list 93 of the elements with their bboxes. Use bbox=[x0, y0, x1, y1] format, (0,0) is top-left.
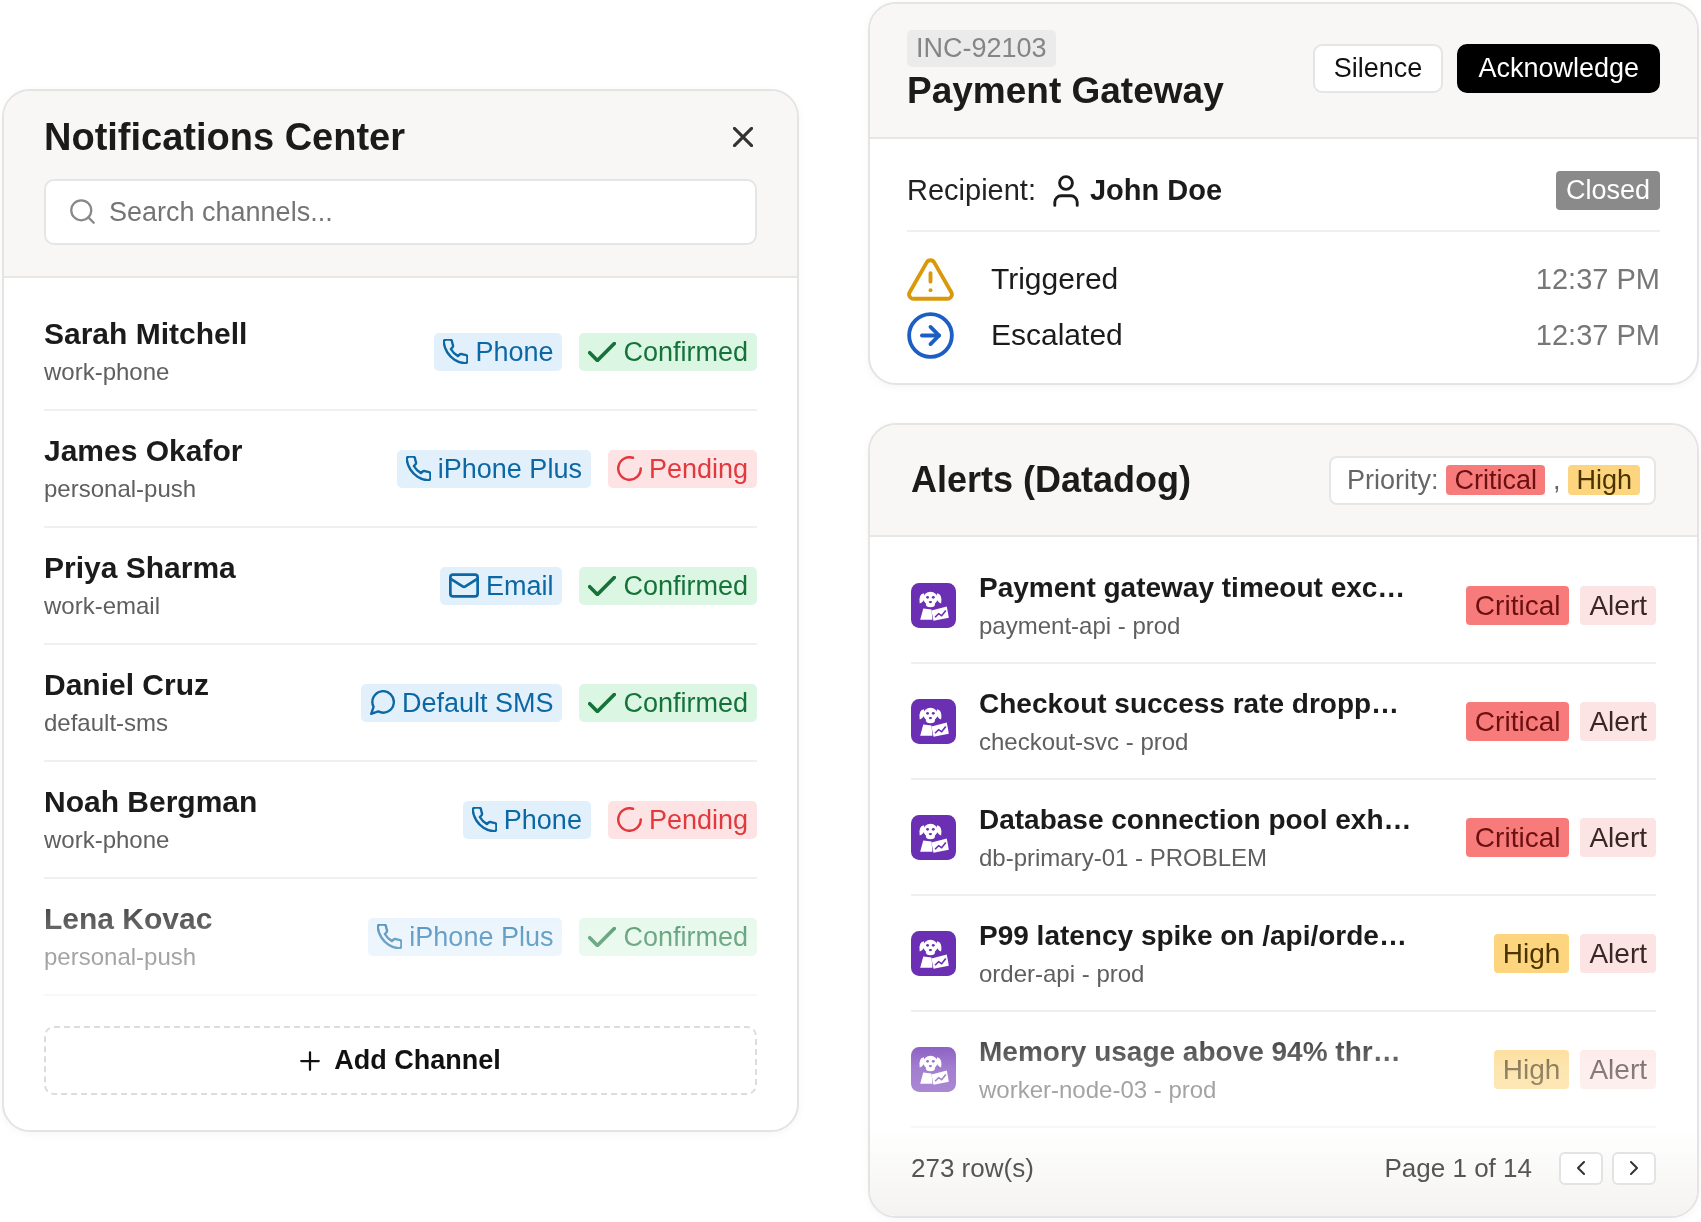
channel-handle: work-phone bbox=[44, 825, 171, 855]
chevron-right-icon bbox=[1630, 1161, 1638, 1175]
search-icon bbox=[70, 199, 95, 224]
dog-icon bbox=[911, 814, 956, 860]
contact-name: Priya Sharma bbox=[44, 550, 236, 586]
contact-name: Noah Bergman bbox=[44, 784, 258, 820]
status-label: Confirmed bbox=[623, 335, 748, 369]
channel-handle: personal-push bbox=[44, 474, 198, 504]
phone-icon bbox=[443, 339, 469, 364]
channel-handle: personal-push bbox=[44, 942, 198, 972]
dog-icon bbox=[911, 698, 956, 744]
contact-name: James Okafor bbox=[44, 433, 243, 469]
alert-source: order-api - prod bbox=[979, 958, 1145, 989]
row-count: 273 row(s) bbox=[911, 1152, 1034, 1184]
page-indicator: Page 1 of 14 bbox=[1384, 1152, 1532, 1184]
alert-title: P99 latency spike on /api/orde… bbox=[979, 918, 1407, 953]
alert-source: checkout-svc - prod bbox=[979, 726, 1189, 757]
priority-tag: High bbox=[1568, 465, 1640, 495]
event-time: 12:37 PM bbox=[1535, 262, 1660, 296]
alert-source: worker-node-03 - prod bbox=[979, 1074, 1217, 1105]
chevron-left-icon bbox=[1577, 1161, 1585, 1175]
event-label: Escalated bbox=[991, 318, 1123, 352]
contact-name: Sarah Mitchell bbox=[44, 316, 248, 352]
check-icon bbox=[588, 692, 617, 713]
status-tag: Closed bbox=[1555, 171, 1660, 210]
channel-handle: work-email bbox=[44, 591, 161, 621]
contact-name: Lena Kovac bbox=[44, 901, 213, 937]
alert-title: Database connection pool exh… bbox=[979, 802, 1412, 837]
separator-text: , bbox=[1552, 464, 1561, 496]
priority-tag: Critical bbox=[1465, 817, 1570, 857]
priority-tag: High bbox=[1493, 933, 1570, 973]
event-label: Triggered bbox=[991, 262, 1119, 296]
channel-handle: default-sms bbox=[44, 708, 170, 738]
status-label: Pending bbox=[648, 452, 748, 486]
alert-source: db-primary-01 - PROBLEM bbox=[979, 842, 1268, 873]
panel-title: Notifications Center bbox=[44, 115, 406, 160]
warning-icon bbox=[907, 257, 954, 301]
close-icon[interactable] bbox=[733, 127, 753, 147]
priority-filter[interactable]: Priority: Critical , High bbox=[1328, 455, 1656, 505]
priority-tag: Critical bbox=[1465, 585, 1570, 625]
status-label: Confirmed bbox=[623, 920, 748, 954]
check-icon bbox=[588, 926, 617, 947]
channel-label: Phone bbox=[475, 335, 554, 369]
priority-tag: Critical bbox=[1446, 465, 1545, 495]
status-label: Pending bbox=[648, 803, 748, 837]
action-button[interactable]: Silence bbox=[1312, 44, 1444, 93]
incident-title: Payment Gateway bbox=[907, 69, 1224, 113]
alert-title: Payment gateway timeout exc… bbox=[979, 570, 1406, 605]
type-tag: Alert bbox=[1580, 585, 1656, 625]
dog-icon bbox=[911, 930, 956, 976]
channel-label: Phone bbox=[503, 803, 582, 837]
dog-icon bbox=[911, 582, 956, 628]
alert-title: Memory usage above 94% thr… bbox=[979, 1034, 1401, 1069]
phone-icon bbox=[405, 456, 431, 481]
check-icon bbox=[588, 575, 617, 596]
action-button[interactable]: Acknowledge bbox=[1457, 44, 1660, 93]
phone-icon bbox=[377, 924, 403, 949]
priority-tag: High bbox=[1493, 1049, 1570, 1089]
type-tag: Alert bbox=[1580, 817, 1656, 857]
incident-id-tag: INC-92103 bbox=[907, 30, 1056, 67]
chat-bubble-icon bbox=[369, 690, 395, 715]
channel-label: Default SMS bbox=[401, 686, 554, 720]
status-label: Confirmed bbox=[623, 686, 748, 720]
event-time: 12:37 PM bbox=[1535, 318, 1660, 352]
recipient-name: John Doe bbox=[1089, 174, 1223, 207]
priority-tag: Critical bbox=[1465, 701, 1570, 741]
add-channel-button[interactable]: Add Channel bbox=[44, 1026, 757, 1095]
type-tag: Alert bbox=[1580, 1049, 1656, 1089]
filter-label: Priority: bbox=[1346, 464, 1439, 496]
channel-handle: work-phone bbox=[44, 357, 171, 387]
contact-name: Daniel Cruz bbox=[44, 667, 210, 703]
channel-label: Email bbox=[485, 569, 554, 603]
dog-icon bbox=[911, 1046, 956, 1092]
plus-icon bbox=[300, 1050, 321, 1071]
phone-icon bbox=[471, 807, 497, 832]
channel-label: iPhone Plus bbox=[437, 452, 582, 486]
spinner-icon bbox=[616, 807, 642, 832]
recipient-label: Recipient: bbox=[907, 174, 1036, 207]
status-label: Confirmed bbox=[623, 569, 748, 603]
check-icon bbox=[588, 341, 617, 362]
user-icon bbox=[1051, 174, 1080, 207]
envelope-icon bbox=[448, 573, 479, 598]
alert-source: payment-api - prod bbox=[979, 610, 1181, 641]
type-tag: Alert bbox=[1580, 701, 1656, 741]
type-tag: Alert bbox=[1580, 933, 1656, 973]
alert-title: Checkout success rate dropp… bbox=[979, 686, 1400, 721]
spinner-icon bbox=[616, 456, 642, 481]
search-field[interactable]: Search channels... bbox=[44, 179, 757, 245]
previous-page-button[interactable] bbox=[1559, 1151, 1603, 1185]
arrow-circle-icon bbox=[907, 311, 954, 359]
channel-label: iPhone Plus bbox=[409, 920, 554, 954]
next-page-button[interactable] bbox=[1612, 1151, 1656, 1185]
alerts-title: Alerts (Datadog) bbox=[911, 459, 1192, 501]
